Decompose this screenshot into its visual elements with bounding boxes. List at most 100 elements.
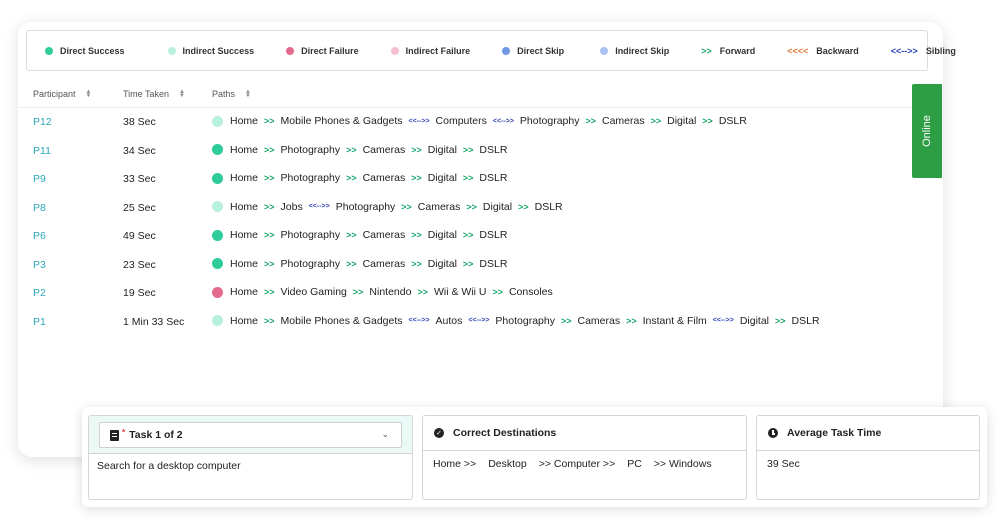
path-node: DSLR <box>791 314 820 327</box>
forward-arrow-icon: >> <box>411 173 422 183</box>
path-node: Home <box>230 143 259 156</box>
path-node: Photography <box>280 143 341 156</box>
path-node: Wii & Wii U <box>433 286 487 298</box>
column-time-taken[interactable]: Time Taken ▲ ▼ <box>123 89 186 99</box>
average-task-time-header: Average Task Time <box>757 416 979 451</box>
table-body: P12 38 Sec Home >> Mobile Phones & Gadgets <<… <box>18 108 913 336</box>
path-node: DSLR <box>479 143 508 156</box>
legend-dot-icon <box>390 46 399 55</box>
time-taken: 25 Sec <box>123 201 156 214</box>
sibling-arrow-icon: <<-->> <box>408 117 430 125</box>
legend-arrow-icon: >> <box>701 45 712 56</box>
legend-label: Direct Failure <box>301 45 359 56</box>
path-cell: Home >> Mobile Phones & Gadgets <<-->> Autos… <box>212 315 820 327</box>
participant-link[interactable]: P3 <box>33 259 46 271</box>
legend-label: Forward <box>719 45 756 56</box>
path-node: Cameras <box>577 314 621 327</box>
path-node: Home <box>230 172 259 184</box>
path-node: Photography <box>280 229 341 241</box>
path-node: Digital <box>427 143 457 156</box>
legend-dot-icon <box>167 46 176 55</box>
time-taken: 19 Sec <box>123 287 156 299</box>
path-node: Photography <box>519 115 580 127</box>
time-taken: 49 Sec <box>123 230 156 242</box>
path-node: Home <box>230 257 259 270</box>
results-card: Direct Success Indirect Success Direct Fai… <box>18 22 956 457</box>
column-paths[interactable]: Paths ▲ ▼ <box>212 89 252 99</box>
clock-icon <box>768 428 778 438</box>
table-row: P1 1 Min 33 Sec Home >> Mobile Phones & Gadg… <box>18 308 913 337</box>
forward-arrow-icon: >> <box>352 287 364 297</box>
sibling-arrow-icon: <<-->> <box>492 117 514 125</box>
sibling-arrow-icon: <<-->> <box>308 203 330 210</box>
correct-destinations-header: ✓ Correct Destinations <box>423 416 746 451</box>
path-node: Cameras <box>362 172 406 184</box>
path-node: Photography <box>495 314 555 327</box>
average-task-time-box: Average Task Time 39 Sec <box>756 415 980 500</box>
path-node: Consoles <box>508 286 553 298</box>
participant-link[interactable]: P2 <box>33 287 46 299</box>
participant-link[interactable]: P6 <box>33 230 46 242</box>
destination-part: PC <box>627 458 642 470</box>
path-node: DSLR <box>479 229 508 241</box>
chevron-down-icon[interactable]: ⌄ <box>381 429 389 440</box>
legend-arrow-icon: <<-->> <box>890 45 918 56</box>
path-node: Autos <box>435 314 463 327</box>
participant-link[interactable]: P11 <box>33 145 51 157</box>
task-selector-label: Task 1 of 2 <box>129 429 183 441</box>
path-node: DSLR <box>718 115 747 127</box>
destination-part: >> Windows <box>653 458 712 470</box>
path-node: Cameras <box>362 257 406 270</box>
column-participant-label: Participant <box>33 89 76 99</box>
participant-link[interactable]: P9 <box>33 173 46 185</box>
online-tab[interactable]: Online <box>912 84 942 178</box>
path-node: Cameras <box>362 143 406 156</box>
average-task-time-value: 39 Sec <box>767 458 800 470</box>
table-row: P3 23 Sec Home >> Photography >> Cameras >> Digi… <box>18 251 913 280</box>
forward-arrow-icon: >> <box>411 230 422 240</box>
forward-arrow-icon: >> <box>462 230 474 240</box>
path-cell: Home >> Jobs <<-->> Photography >> Cameras >> Di… <box>212 201 563 213</box>
path-cell: Home >> Photography >> Cameras >> Digital >> DSL… <box>212 144 507 156</box>
participant-link[interactable]: P8 <box>33 202 46 214</box>
table-row: P9 33 Sec Home >> Photography >> Cameras >> Digi… <box>18 165 913 194</box>
legend-label: Indirect Success <box>182 45 255 56</box>
legend-dot-icon <box>600 46 609 55</box>
forward-arrow-icon: >> <box>264 258 275 269</box>
path-node: Cameras <box>417 200 461 213</box>
time-taken: 33 Sec <box>123 173 156 185</box>
participant-link[interactable]: P1 <box>33 316 46 328</box>
task-summary-panel: * Task 1 of 2 ⌄ Search for a desktop com… <box>82 407 987 507</box>
path-node: Home <box>230 115 259 127</box>
column-time-taken-label: Time Taken <box>123 89 170 99</box>
task-description: Search for a desktop computer <box>97 460 241 472</box>
forward-arrow-icon: >> <box>264 144 275 155</box>
path-node: Video Gaming <box>280 286 347 298</box>
status-dot-icon <box>212 115 223 127</box>
forward-arrow-icon: >> <box>401 201 412 212</box>
column-participant[interactable]: Participant ▲ ▼ <box>33 89 93 99</box>
forward-arrow-icon: >> <box>462 144 474 155</box>
path-cell: Home >> Video Gaming >> Nintendo >> Wii & Wii … <box>212 286 553 298</box>
destination-part: >> Computer >> <box>538 458 616 470</box>
destination-part: Desktop <box>488 458 527 470</box>
sort-icon[interactable]: ▲ ▼ <box>178 89 186 99</box>
table-row: P12 38 Sec Home >> Mobile Phones & Gadgets <<… <box>18 108 913 137</box>
legend-dot-icon <box>45 46 53 55</box>
legend-item-indirect-skip: Indirect Skip <box>600 46 669 56</box>
task-selector[interactable]: * Task 1 of 2 ⌄ <box>99 422 402 448</box>
sort-icon[interactable]: ▲ ▼ <box>85 89 93 99</box>
participant-link[interactable]: P12 <box>33 116 52 128</box>
path-node: Mobile Phones & Gadgets <box>280 115 403 127</box>
time-taken: 38 Sec <box>123 116 156 128</box>
sort-icon[interactable]: ▲ ▼ <box>244 89 252 99</box>
correct-destinations-title: Correct Destinations <box>453 427 557 439</box>
forward-arrow-icon: >> <box>702 116 713 126</box>
forward-arrow-icon: >> <box>492 287 503 297</box>
forward-arrow-icon: >> <box>775 315 786 326</box>
path-cell: Home >> Photography >> Cameras >> Digital >> DSL… <box>212 172 507 184</box>
forward-arrow-icon: >> <box>466 201 477 212</box>
table-row: P6 49 Sec Home >> Photography >> Cameras >> Digi… <box>18 222 913 251</box>
path-node: Nintendo <box>369 286 412 298</box>
legend-item-sibling: <<-->> Sibling <box>891 46 956 56</box>
